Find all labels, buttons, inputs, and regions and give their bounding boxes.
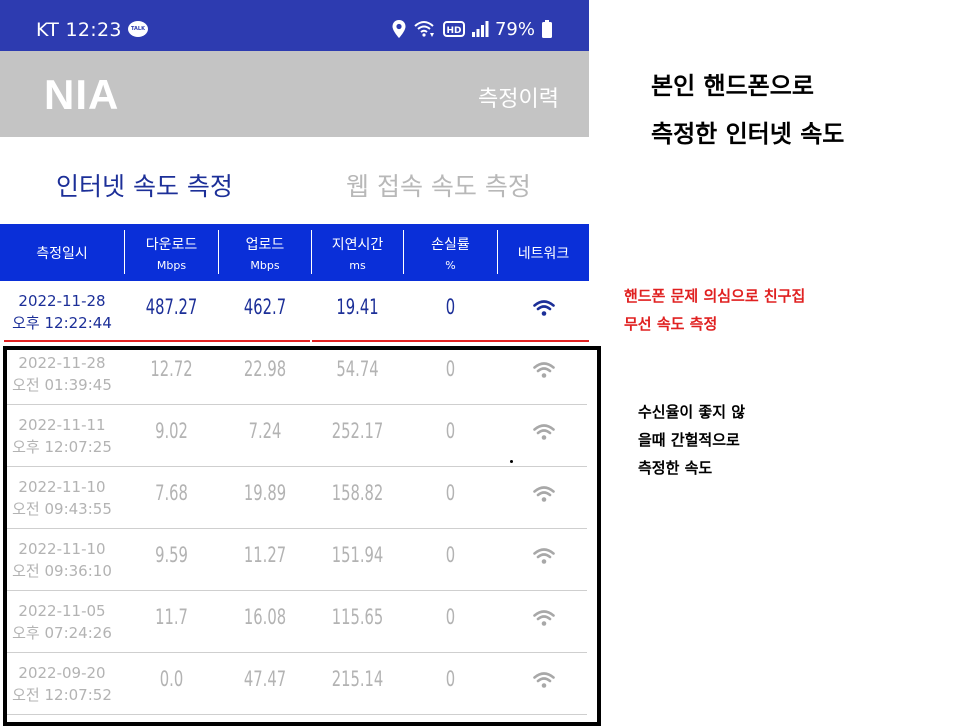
column-header-latency: 지연시간 ms (331, 236, 384, 272)
battery-level: 79% (494, 18, 535, 40)
current-row-underline-right (312, 340, 589, 342)
table-header: 측정일시 다운로드 Mbps 업로드 Mbps 지연시간 ms 손실률 % 네트… (0, 224, 589, 281)
table-row-current[interactable]: 2022-11-28 오후 12:22:44 487.27 462.7 19.41 0 (0, 281, 589, 343)
svg-text:HD: HD (446, 26, 461, 36)
annotation-main: 본인 핸드폰으로 측정한 인터넷 속도 (651, 72, 845, 148)
status-carrier-time: KT 12:23 (36, 19, 122, 41)
nia-logo: NIA (44, 71, 120, 118)
row-latency: 19.41 (336, 295, 379, 319)
column-header-datetime: 측정일시 (36, 245, 88, 262)
annotation-black: 수신율이 좋지 않 을때 간헐적으로 측정한 속도 (638, 403, 746, 477)
app-header: NIA 측정이력 (0, 51, 589, 137)
row-loss: 0 (445, 295, 456, 319)
row-datetime: 2022-11-28 오후 12:22:44 (0, 290, 124, 334)
row-time: 오후 12:22:44 (12, 314, 112, 332)
row-date: 2022-11-28 (18, 292, 106, 310)
history-highlight-box (3, 346, 601, 726)
column-header-download: 다운로드 Mbps (145, 236, 198, 272)
battery-icon (542, 20, 552, 38)
signal-icon (471, 21, 489, 37)
row-down: 487.27 (145, 295, 198, 319)
wifi-calling-icon (414, 21, 434, 37)
hd-icon: HD (442, 21, 465, 37)
status-bar: KT 12:23 TALK HD 79% (0, 0, 589, 51)
status-icons: HD 79% (391, 17, 553, 41)
measurement-tabs: 인터넷 속도 측정 웹 접속 속도 측정 (0, 137, 589, 224)
kakaotalk-icon: TALK (128, 21, 148, 37)
tab-web-speed[interactable]: 웹 접속 속도 측정 (346, 167, 531, 203)
location-icon (392, 20, 406, 38)
column-header-upload: 업로드 Mbps (245, 236, 285, 272)
row-up: 462.7 (243, 295, 287, 319)
annotation-red: 핸드폰 문제 의심으로 친구집 무선 속도 측정 (624, 287, 806, 333)
wifi-icon (498, 299, 589, 321)
history-button[interactable]: 측정이력 (478, 81, 559, 113)
tab-internet-speed[interactable]: 인터넷 속도 측정 (56, 167, 233, 203)
column-header-loss: 손실률 % (431, 236, 470, 272)
column-header-network: 네트워크 (517, 245, 570, 262)
current-row-underline-left (4, 340, 310, 342)
